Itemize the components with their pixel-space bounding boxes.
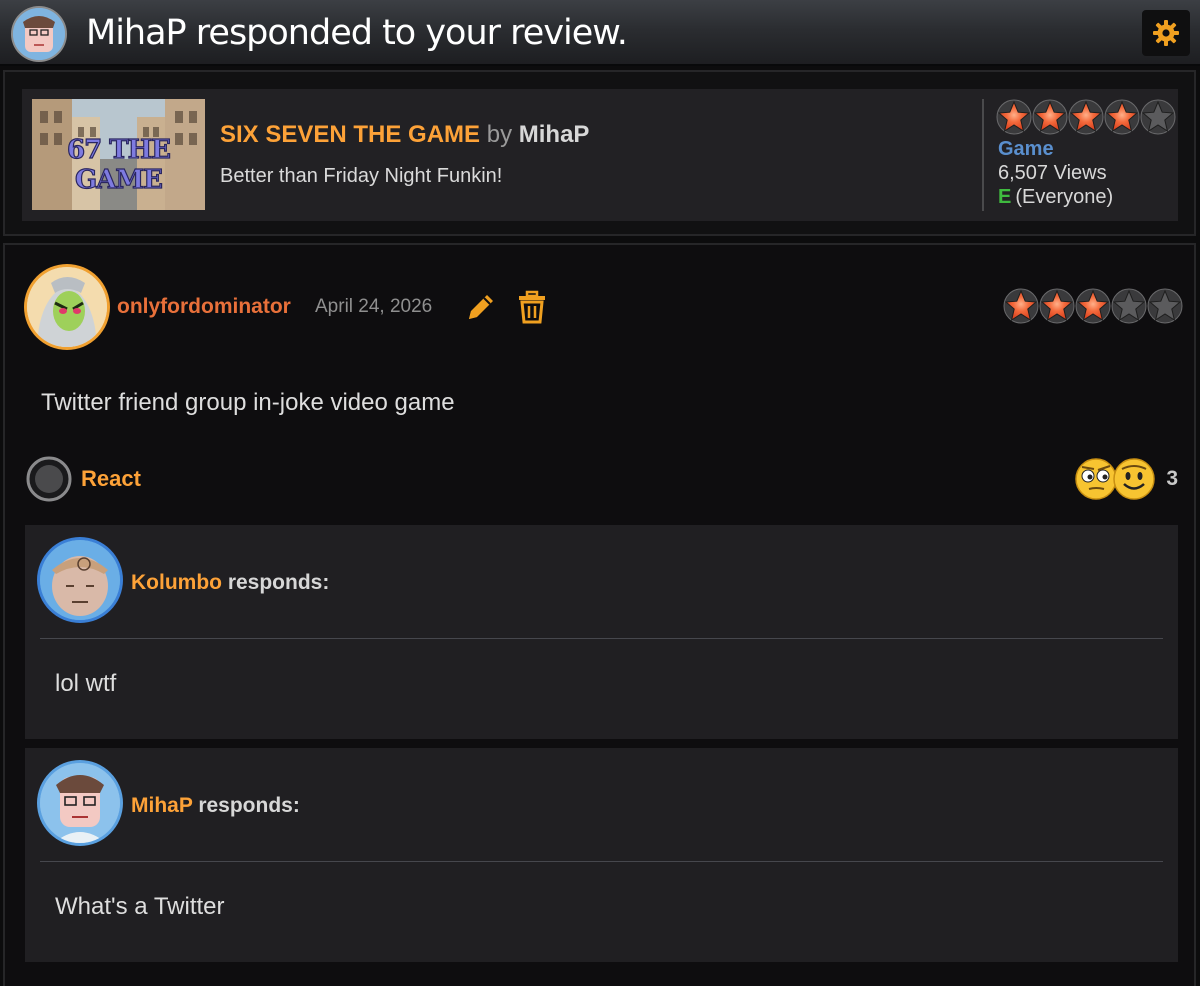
mihap-response-avatar[interactable] [40, 763, 120, 843]
star-filled-icon [1104, 99, 1140, 135]
review-panel: onlyfordominator April 24, 2026 Twitter … [3, 243, 1196, 986]
reviewer-username[interactable]: onlyfordominator [117, 295, 291, 319]
react-label: React [81, 466, 141, 491]
response-card: MihaP responds: What's a Twitter [25, 748, 1178, 962]
response-author[interactable]: Kolumbo [131, 571, 222, 594]
edit-review-button[interactable] [463, 289, 499, 325]
game-rating-stars [996, 99, 1176, 135]
game-views: 6,507 Views [998, 162, 1107, 184]
react-circle-icon [26, 456, 72, 502]
game-type[interactable]: Game [998, 137, 1113, 161]
kolumbo-avatar[interactable] [40, 540, 120, 620]
response-divider [40, 861, 1163, 862]
react-button[interactable]: React [26, 456, 141, 502]
game-panel: 67 THE GAME SIX SEVEN THE GAME by MihaP … [3, 70, 1196, 236]
star-empty-icon [1147, 288, 1183, 324]
review-text: Twitter friend group in-joke video game [41, 389, 455, 416]
game-thumbnail[interactable]: 67 THE GAME [32, 99, 205, 210]
responds-label: responds: [227, 571, 330, 594]
game-meta: Game 6,507 Views E (Everyone) [998, 137, 1113, 209]
response-text: What's a Twitter [55, 893, 225, 920]
review-rating-stars [1003, 288, 1183, 324]
responds-label: responds: [198, 794, 300, 817]
by-label: by [486, 121, 513, 148]
response-author[interactable]: MihaP [131, 794, 192, 817]
star-filled-icon [1075, 288, 1111, 324]
reaction-count: 3 [1166, 467, 1178, 490]
reviewer-avatar[interactable] [27, 267, 107, 347]
content-rating-label: (Everyone) [1015, 186, 1114, 208]
delete-review-button[interactable] [515, 289, 549, 325]
star-filled-icon [996, 99, 1032, 135]
game-title-line: SIX SEVEN THE GAME by MihaP [220, 121, 589, 149]
trash-icon [519, 290, 545, 324]
notification-header: MihaP responded to your review. [0, 0, 1200, 66]
thumbnail-logo-text: 67 THE GAME [66, 134, 171, 195]
game-title-link[interactable]: SIX SEVEN THE GAME [220, 121, 480, 148]
mihap-avatar[interactable] [13, 8, 65, 60]
gear-icon [1153, 20, 1179, 46]
star-filled-icon [1003, 288, 1039, 324]
star-empty-icon [1140, 99, 1176, 135]
smile-emoji-icon [1113, 458, 1156, 500]
response-header: Kolumbo responds: [131, 571, 329, 595]
game-description: Better than Friday Night Funkin! [220, 165, 503, 187]
response-header: MihaP responds: [131, 794, 300, 818]
star-filled-icon [1039, 288, 1075, 324]
pencil-icon [469, 295, 493, 319]
star-filled-icon [1068, 99, 1104, 135]
review-date: April 24, 2026 [315, 296, 433, 317]
response-text: lol wtf [55, 670, 117, 697]
page-title: MihaP responded to your review. [86, 13, 628, 53]
content-rating: E (Everyone) [998, 185, 1113, 209]
star-empty-icon [1111, 288, 1147, 324]
game-card[interactable]: 67 THE GAME SIX SEVEN THE GAME by MihaP … [22, 89, 1178, 221]
response-card: Kolumbo responds: lol wtf [25, 525, 1178, 739]
star-filled-icon [1032, 99, 1068, 135]
card-divider [982, 99, 984, 211]
esrb-e-icon: E [998, 186, 1012, 208]
settings-button[interactable] [1142, 10, 1190, 56]
reaction-summary[interactable]: 3 [1074, 457, 1178, 501]
response-divider [40, 638, 1163, 639]
game-author-link[interactable]: MihaP [519, 121, 590, 148]
